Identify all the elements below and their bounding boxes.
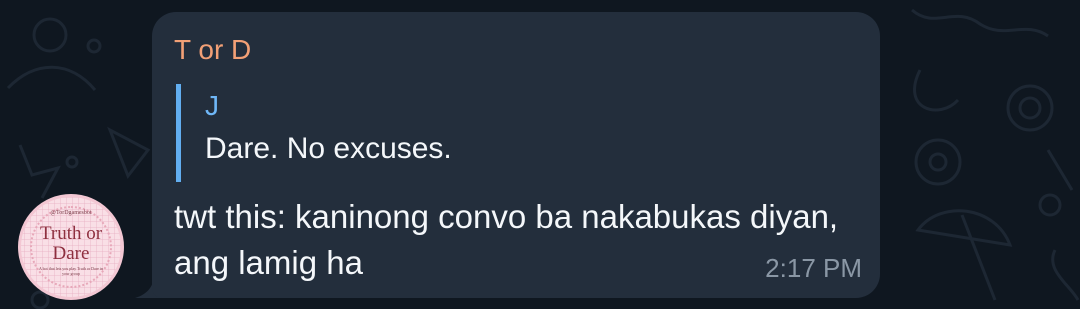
avatar-title-line2: Dare xyxy=(52,243,90,264)
message-bubble[interactable]: T or D J Dare. No excuses. twt this: kan… xyxy=(152,12,880,298)
reply-author: J xyxy=(205,90,219,121)
chat-background: @TorDgamesbot Truth or Dare A bot that l… xyxy=(0,0,1080,309)
avatar-handle: @TorDgamesbot xyxy=(50,210,92,216)
message-text: twt this: kaninong convo ba nakabukas di… xyxy=(174,198,839,281)
reply-quote[interactable]: J Dare. No excuses. xyxy=(176,84,452,182)
avatar-title: Truth or Dare xyxy=(18,224,124,264)
avatar-blurb: A bot that lets you play Truth or Dare i… xyxy=(38,266,104,276)
avatar[interactable]: @TorDgamesbot Truth or Dare A bot that l… xyxy=(18,194,124,300)
message-timestamp: 2:17 PM xyxy=(765,253,862,283)
reply-text: Dare. No excuses. xyxy=(205,132,452,165)
sender-name[interactable]: T or D xyxy=(174,34,251,66)
avatar-title-line1: Truth or xyxy=(39,223,103,244)
